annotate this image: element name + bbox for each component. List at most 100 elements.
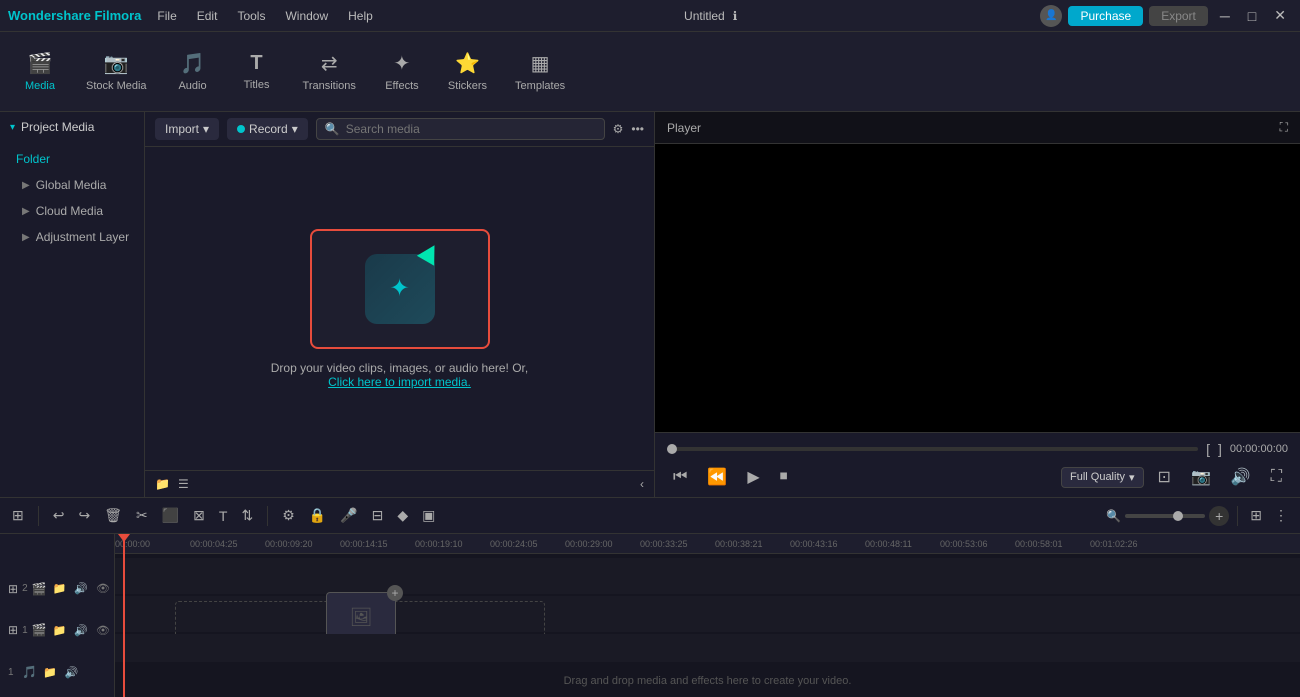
screenshot-button[interactable]: 📷: [1185, 465, 1217, 489]
filter-icon[interactable]: ⚙: [613, 122, 624, 136]
sidebar-item-adjustment-layer[interactable]: ▶ Adjustment Layer: [0, 224, 144, 250]
track-eye-btn-1[interactable]: 👁: [94, 623, 112, 638]
ruler-mark-8: 00:00:38:21: [715, 539, 763, 549]
play-button[interactable]: ▶: [741, 465, 765, 489]
tl-right-btns: 🔍 + ⊞ ⋮: [1106, 505, 1292, 526]
timeline-more-button[interactable]: ⋮: [1270, 505, 1292, 526]
purchase-button[interactable]: Purchase: [1068, 6, 1143, 26]
timeline-redo[interactable]: ↪: [74, 505, 94, 526]
timeline-crop[interactable]: ⊠: [189, 505, 209, 526]
zoom-in-button[interactable]: +: [1209, 506, 1229, 526]
prev-frame-btn[interactable]: [: [1206, 441, 1210, 457]
fullscreen-button[interactable]: ⛶: [1265, 466, 1288, 488]
timeline-row-audio1: [115, 634, 1300, 662]
playhead[interactable]: [123, 534, 125, 697]
track-volume-btn-audio[interactable]: 🔊: [63, 665, 81, 680]
track-folder-btn-2[interactable]: 📁: [51, 581, 69, 596]
import-button[interactable]: Import ▾: [155, 118, 219, 140]
adjustment-layer-arrow: ▶: [22, 232, 30, 243]
track-volume-btn-1[interactable]: 🔊: [72, 623, 90, 638]
track-video-icon-2: 🎬: [32, 582, 47, 596]
sidebar-item-folder[interactable]: Folder: [0, 146, 144, 172]
timeline-tool-select[interactable]: ⊞: [8, 505, 28, 526]
tab-transitions[interactable]: ⇄ Transitions: [291, 45, 368, 98]
tl-separator-2: [267, 506, 268, 526]
search-input[interactable]: [346, 122, 596, 136]
project-media-header[interactable]: ▾ Project Media: [0, 112, 144, 142]
timeline-undo[interactable]: ↩: [49, 505, 69, 526]
panel-section: Folder ▶ Global Media ▶ Cloud Media ▶ Ad…: [0, 142, 144, 254]
collapse-panel-icon[interactable]: ‹: [640, 477, 644, 491]
player-expand-icon[interactable]: ⛶: [1280, 120, 1288, 135]
menu-window[interactable]: Window: [277, 7, 336, 25]
stock-media-icon: 📷: [104, 51, 129, 76]
export-button[interactable]: Export: [1149, 6, 1208, 26]
rewind-button[interactable]: ⏮: [667, 466, 693, 488]
tab-media[interactable]: 🎬 Media: [10, 45, 70, 98]
menu-file[interactable]: File: [149, 7, 184, 25]
avatar[interactable]: 👤: [1040, 5, 1062, 27]
media-drop-zone[interactable]: ✦: [310, 229, 490, 349]
stop-button[interactable]: ⏹: [774, 466, 794, 488]
track-header-video2: ⊞ 2 🎬 📁 🔊 👁: [0, 573, 114, 605]
tab-effects[interactable]: ✦ Effects: [372, 45, 432, 98]
stickers-label: Stickers: [448, 80, 487, 92]
sidebar-item-cloud-media[interactable]: ▶ Cloud Media: [0, 198, 144, 224]
timeline-preview[interactable]: ▣: [418, 505, 439, 526]
zoom-out-icon[interactable]: 🔍: [1106, 509, 1121, 523]
tab-stickers[interactable]: ⭐ Stickers: [436, 45, 499, 98]
track-header-video1: ⊞ 1 🎬 📁 🔊 👁: [0, 614, 114, 646]
track-volume-btn-2[interactable]: 🔊: [72, 581, 90, 596]
import-link[interactable]: Click here to import media.: [328, 375, 471, 389]
project-title: Untitled: [684, 9, 725, 23]
sidebar-item-global-media[interactable]: ▶ Global Media: [0, 172, 144, 198]
timeline-text[interactable]: T: [215, 506, 232, 526]
tab-titles[interactable]: T Titles: [227, 46, 287, 97]
timeline-settings[interactable]: ⚙: [278, 505, 299, 526]
tab-templates[interactable]: ▦ Templates: [503, 45, 577, 98]
media-panel: Import ▾ Record ▾ 🔍 ⚙ ••• ✦ Drop y: [145, 112, 655, 497]
add-track-icon-1[interactable]: ⊞: [8, 623, 18, 637]
record-button[interactable]: Record ▾: [227, 118, 308, 140]
crop-button[interactable]: ⊡: [1152, 465, 1177, 489]
volume-button[interactable]: 🔊: [1225, 465, 1257, 489]
menu-help[interactable]: Help: [340, 7, 381, 25]
timeline-clip-settings[interactable]: 🔒: [305, 505, 330, 526]
more-icon[interactable]: •••: [631, 122, 644, 136]
track-folder-btn-1[interactable]: 📁: [51, 623, 69, 638]
timeline-row-video2: [115, 558, 1300, 594]
zoom-slider[interactable]: [1125, 514, 1205, 518]
next-frame-btn[interactable]: ]: [1218, 441, 1222, 457]
timeline-split[interactable]: ⬛: [158, 505, 183, 526]
timeline-adjust[interactable]: ⇅: [237, 505, 257, 526]
timeline-delete[interactable]: 🗑: [100, 505, 126, 526]
track-eye-btn-2[interactable]: 👁: [94, 581, 112, 596]
maximize-button[interactable]: □: [1242, 6, 1262, 26]
ruler-mark-2: 00:00:09:20: [265, 539, 313, 549]
audio-icon: 🎵: [180, 51, 205, 76]
global-media-arrow: ▶: [22, 180, 30, 191]
track-folder-btn-audio[interactable]: 📁: [41, 665, 59, 680]
add-track-icon[interactable]: ⊞: [8, 582, 18, 596]
timeline-snap[interactable]: ⊟: [368, 505, 388, 526]
timeline-cut[interactable]: ✂: [132, 505, 152, 526]
minimize-button[interactable]: ─: [1214, 6, 1236, 26]
folder-view-icon[interactable]: 📁: [155, 477, 170, 491]
timeline-voice[interactable]: 🎤: [336, 505, 361, 526]
progress-bar[interactable]: [667, 447, 1198, 451]
quality-button[interactable]: Full Quality ▾: [1061, 467, 1144, 488]
record-dot: [237, 125, 245, 133]
cloud-media-arrow: ▶: [22, 206, 30, 217]
tab-audio[interactable]: 🎵 Audio: [163, 45, 223, 98]
step-back-button[interactable]: ⏪: [701, 465, 733, 489]
info-icon[interactable]: ℹ: [733, 9, 738, 23]
timeline-grid-button[interactable]: ⊞: [1246, 505, 1266, 526]
zoom-thumb: [1173, 511, 1183, 521]
tab-stock-media[interactable]: 📷 Stock Media: [74, 45, 159, 98]
player-title: Player: [667, 121, 701, 135]
menu-edit[interactable]: Edit: [189, 7, 226, 25]
list-view-icon[interactable]: ☰: [178, 477, 189, 491]
timeline-keyframe[interactable]: ◆: [393, 505, 412, 526]
close-button[interactable]: ✕: [1268, 5, 1292, 26]
menu-tools[interactable]: Tools: [229, 7, 273, 25]
